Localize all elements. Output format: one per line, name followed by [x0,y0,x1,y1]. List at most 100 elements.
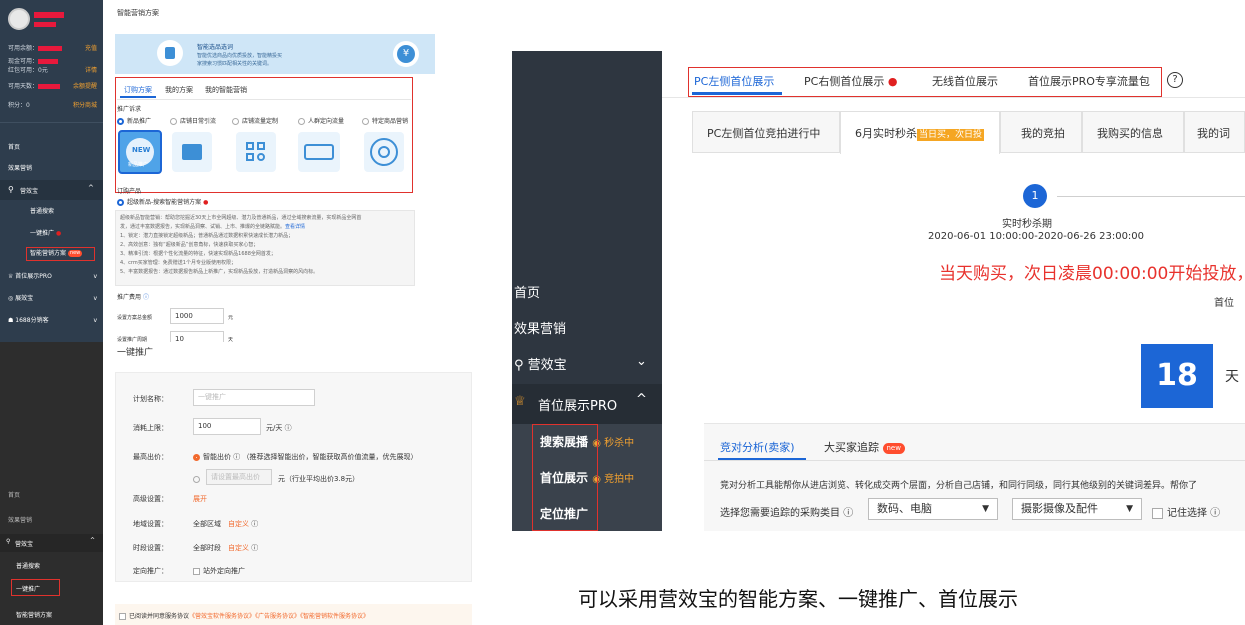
category-select-1[interactable]: 数码、电脑 ▼ [868,498,998,520]
user-subtitle-redacted [34,22,56,27]
help-icon[interactable]: ⓘ [251,544,258,552]
bid-manual-option[interactable] [193,475,203,483]
yen-icon: ¥ [393,41,419,67]
view-detail-link[interactable]: 查看详情 [285,224,305,230]
nav-yxb[interactable]: ⚲ 营效宝 ^ [0,180,103,200]
nav-effect[interactable]: 效果营销 [514,318,566,337]
nav-industry[interactable]: ◎ 展效宝 v [8,294,97,304]
nav-effect[interactable]: 效果营销 [8,515,32,524]
step-line [1057,196,1245,197]
points-row: 积分：0 积分商城 [8,101,97,111]
option-custom[interactable]: 店铺流量定制 [232,116,278,125]
expand-link[interactable]: 展开 [193,494,207,504]
recharge-link[interactable]: 充值 [85,44,97,54]
highlight-box [532,424,598,531]
balance-row: 可用余额： 充值 [8,44,97,54]
total-label: 设置方案总金额 [117,315,153,321]
target-checkbox[interactable]: 站外定向推广 [193,566,245,576]
top-position-text: 首位 [1214,298,1234,309]
consume-input[interactable]: 100 [193,418,261,435]
nav-home[interactable]: 首页 [8,490,20,499]
product-description: 超级新品智能营销：帮助您挖掘近30天上市全网超级、潜力及普通新品，通过全域搜索流… [115,210,415,286]
bid-smart-option[interactable]: 智能出价 ⓘ （推荐选择智能出价，智能获取高价值流量，优先展现） [193,452,417,462]
divider [117,99,411,100]
sub-tab-my-words[interactable]: 我的词 [1184,111,1245,153]
shop-icon[interactable] [172,132,212,172]
help-icon[interactable]: ⓘ [843,508,853,519]
nav-one-key[interactable]: 一键推广 [16,584,40,593]
nav-normal-search[interactable]: 普通搜索 [16,561,40,570]
banner: 智能选品选词 智能优选商品向优质投放，智能精投买 家搜索习惯匹配相关性的关键词。… [115,34,435,74]
option-daily[interactable]: 店铺日常引流 [170,116,216,125]
nav-top-display[interactable]: ♕ 首位展示PRO ^ [512,384,662,424]
help-icon[interactable]: ⓘ [251,520,258,528]
caret-down-icon: ▼ [982,504,989,514]
nav-top-display[interactable]: ♕ 首位展示PRO v [8,272,97,282]
redpack-row: 红包可用：0元 详情 [8,66,97,76]
divider [704,460,1245,461]
plan-name-input[interactable]: 一键推广 [193,389,315,406]
tab-tracking[interactable]: 大买家追踪 new [824,439,905,455]
countdown-unit: 天 [1225,369,1239,385]
option-specific[interactable]: 特定商品营销 [362,116,408,125]
fire-icon: ● [887,75,898,88]
bid-manual-input[interactable]: 请设置最高出价 [206,469,272,485]
points-mall-link[interactable]: 积分商城 [73,101,97,111]
nav-smart-plan[interactable]: 智能营销方案 [16,610,52,619]
crown-icon: ♕ [514,394,526,409]
detail-link[interactable]: 详情 [85,66,97,76]
target-icon[interactable] [364,132,404,172]
agreement-links[interactable]: 《营效宝软件服务协议》《广告服务协议》《智能营销软件服务协议》 [189,613,369,620]
tab-order-plan[interactable]: 订购方案 [124,85,152,95]
chevron-down-icon[interactable]: ⌄ [636,354,647,369]
remember-checkbox[interactable]: 记住选择 ⓘ [1152,504,1220,519]
tab-pc-left[interactable]: PC左侧首位展示 [694,73,774,89]
sub-tab-purchased[interactable]: 我购买的信息 [1082,111,1184,153]
warning-link[interactable]: 余额提醒 [73,82,97,92]
days-row: 可用天数： 余额提醒 [8,82,97,92]
caret-down-icon: ▼ [1126,504,1133,514]
nav-distribution[interactable]: ☗ 1688分销客 v [8,316,97,326]
sub-tab-my-bid[interactable]: 我的竞拍 [1000,111,1082,153]
product-option[interactable]: 超级新品-搜索智能营销方案 ● [117,197,208,206]
region-custom-link[interactable]: 自定义 [228,520,249,528]
help-icon[interactable]: ⓘ [285,424,292,432]
nav-home[interactable]: 首页 [8,143,97,153]
tab-pc-right[interactable]: PC右侧首位展示 ● [804,73,897,89]
total-input[interactable]: 1000 [170,308,224,324]
tab-wireless[interactable]: 无线首位展示 [932,73,998,89]
tab-analysis[interactable]: 竞对分析(卖家) [720,439,795,455]
nav-yxb[interactable]: ⚲ 营效宝 ^ [0,534,103,552]
help-icon[interactable]: ⓘ [143,294,149,301]
promo-fee-label: 推广费用 ⓘ [117,294,149,301]
nav-yxb[interactable]: ⚲ 营效宝 [514,354,567,373]
nav-home[interactable]: 首页 [514,282,540,301]
agreement-checkbox[interactable]: 已阅读并同意服务协议《营效宝软件服务协议》《广告服务协议》《智能营销软件服务协议… [119,611,369,620]
agreement-bar: 已阅读并同意服务协议《营效宝软件服务协议》《广告服务协议》《智能营销软件服务协议… [115,604,472,625]
avatar[interactable] [8,8,30,30]
nav-one-key[interactable]: 一键推广 ● [30,229,97,239]
bidding-tag: ◉ 竞拍中 [592,474,635,485]
grid-search-icon[interactable] [236,132,276,172]
nav-effect[interactable]: 效果营销 [8,164,97,174]
tab-underline [120,96,156,98]
search-icon: ⚲ [8,185,14,194]
time-custom-link[interactable]: 自定义 [228,544,249,552]
sidebar: 首页 效果营销 ⚲ 营效宝 ⌄ ♕ 首位展示PRO ^ 搜索展播 ◉ 秒杀中 首… [512,51,662,531]
divider [0,122,103,123]
option-crowd[interactable]: 人群定向流量 [298,116,344,125]
sub-tab-seckill[interactable]: 6月实时秒杀 当日买，次日投 [840,111,1000,154]
panel-smart-marketing: 可用余额： 充值 现金可用： 红包可用：0元 详情 可用天数： 余额提醒 积分：0 积分… [0,0,435,343]
promo-demand-label: 推广诉求 [117,106,142,113]
new-product-card[interactable]: NEW 新品推广 [118,130,162,174]
crowd-icon[interactable] [298,132,340,172]
nav-smart-plan[interactable]: 智能营销方案 new [30,249,97,259]
nav-normal-search[interactable]: 普通搜索 [30,207,97,217]
tab-my-smart[interactable]: 我的智能营销 [205,85,247,95]
category-select-2[interactable]: 摄影摄像及配件 ▼ [1012,498,1142,520]
tab-pro-package[interactable]: 首位展示PRO专享流量包 [1028,73,1150,89]
option-new[interactable]: 新品推广 [117,116,151,125]
tab-my-plan[interactable]: 我的方案 [165,85,193,95]
help-icon[interactable]: ? [1167,72,1183,88]
sub-tab-bidding[interactable]: PC左侧首位竞拍进行中 [692,111,840,153]
